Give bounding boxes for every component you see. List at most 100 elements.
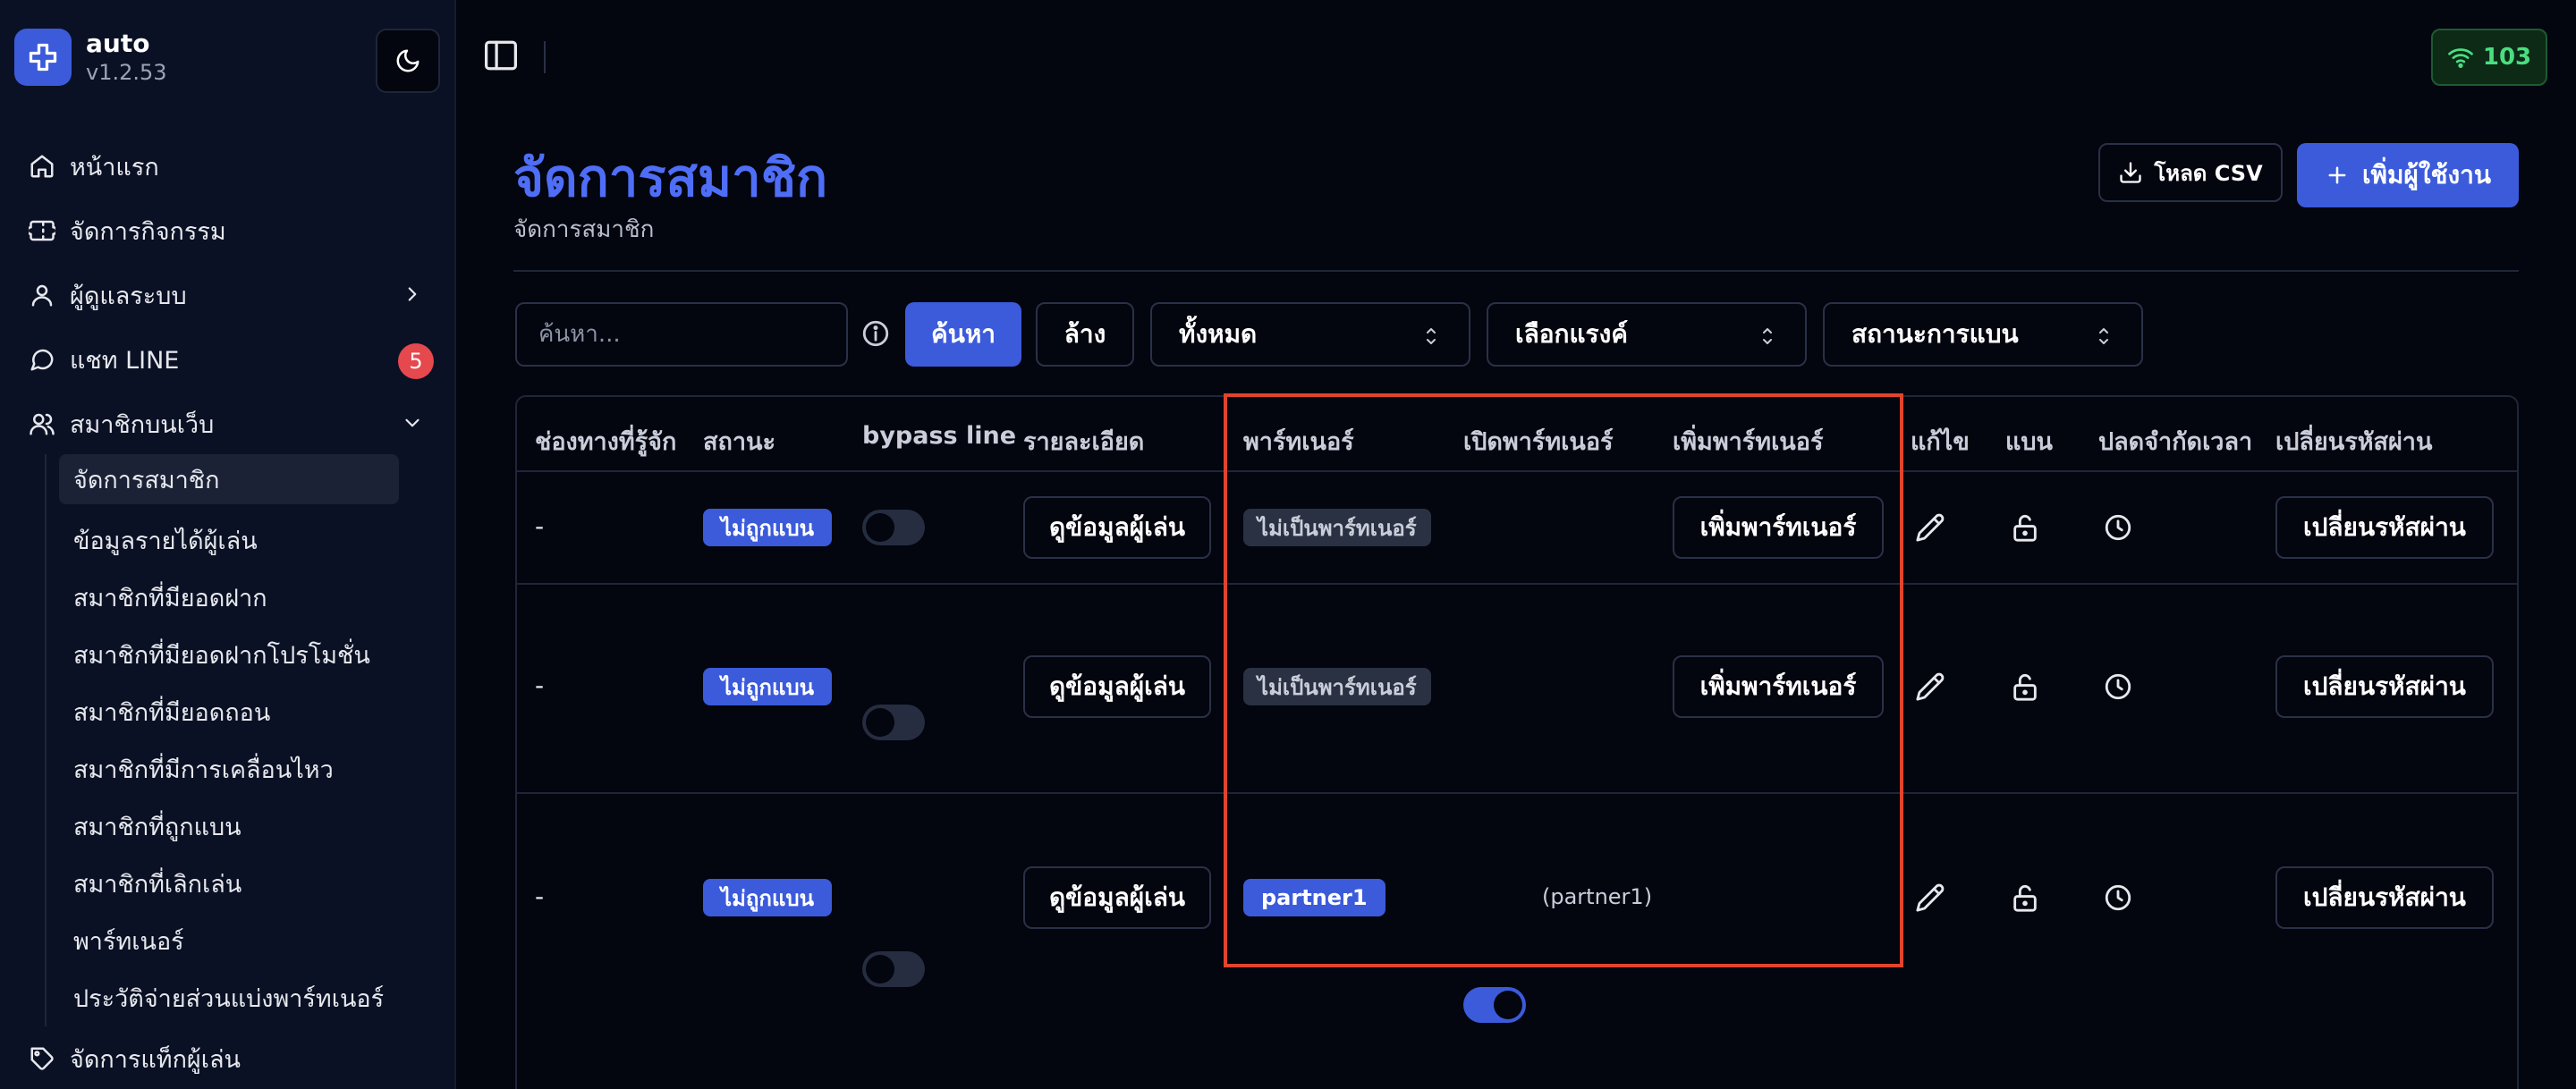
bypass-line-toggle[interactable] [862,951,925,987]
column-header: รายละเอียด [1023,428,1145,456]
clock-icon[interactable] [2098,508,2138,547]
change-password-button[interactable]: เปลี่ยนรหัสผ่าน [2275,866,2494,929]
sidebar-item-player-tags[interactable]: จัดการแท็กผู้เล่น [0,1026,456,1089]
sidebar-item-events[interactable]: จัดการกิจกรรม [0,198,456,263]
theme-toggle-button[interactable] [376,29,440,93]
sidebar-subitem-churned-members[interactable]: สมาชิกที่เลิกเล่น [0,855,456,912]
row-divider [517,470,2517,472]
add-user-button[interactable]: เพิ่มผู้ใช้งาน [2297,143,2519,207]
sidebar-item-web-members[interactable]: สมาชิกบนเว็บ [0,392,456,456]
sidebar-toggle-button[interactable] [483,39,526,75]
clock-icon[interactable] [2098,667,2138,706]
clock-icon[interactable] [2098,878,2138,917]
sidebar-item-label: แชท LINE [70,346,180,375]
sidebar-subitem-player-income[interactable]: ข้อมูลรายได้ผู้เล่น [0,511,456,569]
topbar-divider [544,41,546,73]
toggle-knob [866,708,894,737]
sidebar-subitem-withdraw-members[interactable]: สมาชิกที่มียอดถอน [0,683,456,740]
download-csv-button[interactable]: โหลด CSV [2098,143,2283,202]
panel-left-icon [485,40,517,71]
view-player-button[interactable]: ดูข้อมูลผู้เล่น [1023,655,1211,718]
search-button[interactable]: ค้นหา [905,302,1021,367]
partner-badge: partner1 [1243,879,1385,916]
members-table: ช่องทางที่รู้จัก สถานะ bypass line รายละ… [515,395,2519,1089]
ticket-icon [27,215,57,246]
column-header: แบน [2005,428,2053,456]
toggle-knob [866,513,894,542]
channel-cell: - [535,511,545,541]
sidebar-item-label: ผู้ดูแลระบบ [70,282,187,310]
sidebar-nav-bottom: จัดการแท็กผู้เล่น [0,1026,456,1089]
chevron-down-icon [401,411,424,438]
sidebar: auto v1.2.53 หน้าแรก จัดการกิจกรรม ผู้ดู… [0,0,456,1089]
users-icon [27,409,57,439]
unlock-ban-icon[interactable] [2005,667,2045,706]
column-header: พาร์ทเนอร์ [1243,428,1354,456]
page-subtitle: จัดการสมาชิก [513,216,655,243]
plus-icon [2328,166,2346,184]
status-badge: ไม่ถูกแบน [703,668,833,705]
sidebar-item-label: จัดการกิจกรรม [70,217,226,246]
column-header: เพิ่มพาร์ทเนอร์ [1673,428,1824,456]
bypass-line-toggle[interactable] [862,705,925,740]
change-password-button[interactable]: เปลี่ยนรหัสผ่าน [2275,496,2494,559]
add-partner-button[interactable]: เพิ่มพาร์ทเนอร์ [1673,655,1884,718]
column-header: สถานะ [703,428,775,456]
sidebar-item-label: สมาชิกบนเว็บ [70,410,215,439]
chevron-right-icon [401,283,424,309]
sidebar-subitem-partners[interactable]: พาร์ทเนอร์ [0,912,456,969]
channel-cell: - [535,671,545,700]
status-badge: ไม่ถูกแบน [703,879,833,916]
bypass-line-toggle[interactable] [862,510,925,545]
sidebar-subitem-partner-payout-history[interactable]: ประวัติจ่ายส่วนแบ่งพาร์ทเนอร์ [0,969,456,1026]
sidebar-subitem-active-members[interactable]: สมาชิกที่มีการเคลื่อนไหว [0,740,456,798]
edit-pencil-icon[interactable] [1911,667,1950,706]
unlock-ban-icon[interactable] [2005,508,2045,547]
status-badge: ไม่ถูกแบน [703,509,833,546]
sidebar-item-home[interactable]: หน้าแรก [0,134,456,198]
brand[interactable]: auto v1.2.53 [14,29,167,86]
clear-button[interactable]: ล้าง [1036,302,1134,367]
sidebar-subitem-manage-members[interactable]: จัดการสมาชิก [59,454,399,504]
header-divider [513,270,2519,272]
edit-pencil-icon[interactable] [1911,878,1950,917]
table-body: - ไม่ถูกแบน ดูข้อมูลผู้เล่น ไม่เป็นพาร์ทเนอ… [517,397,2517,1023]
column-header: เปลี่ยนรหัสผ่าน [2275,428,2433,456]
info-icon[interactable] [860,318,891,352]
row-divider [517,792,2517,794]
open-partner-toggle[interactable] [1463,987,1526,1023]
edit-pencil-icon[interactable] [1911,508,1950,547]
add-partner-button[interactable]: เพิ่มพาร์ทเนอร์ [1673,496,1884,559]
user-icon [27,280,57,310]
wifi-icon [2447,48,2473,68]
unlock-ban-icon[interactable] [2005,878,2045,917]
download-icon [2120,162,2142,183]
chevron-up-down-icon [1420,324,1442,355]
connection-status-badge[interactable]: 103 [2431,29,2547,86]
open-partner-label: (partner1) [1542,884,1653,909]
chevron-up-down-icon [2093,324,2114,355]
toggle-knob [866,955,894,983]
row-divider [517,583,2517,585]
status-select[interactable]: ทั้งหมด [1150,302,1470,367]
view-player-button[interactable]: ดูข้อมูลผู้เล่น [1023,496,1211,559]
sidebar-subitem-promo-deposit-members[interactable]: สมาชิกที่มียอดฝากโปรโมชั่น [0,626,456,683]
chevron-up-down-icon [1757,324,1778,355]
unread-count-badge: 5 [398,343,434,379]
column-header: ปลดจำกัดเวลา [2098,428,2253,456]
sidebar-subitem-banned-members[interactable]: สมาชิกที่ถูกแบน [0,798,456,855]
sidebar-subitem-deposit-members[interactable]: สมาชิกที่มียอดฝาก [0,569,456,626]
sidebar-item-admin[interactable]: ผู้ดูแลระบบ [0,263,456,327]
channel-cell: - [535,882,545,911]
search-input[interactable] [515,302,848,367]
connection-count: 103 [2482,44,2532,71]
view-player-button[interactable]: ดูข้อมูลผู้เล่น [1023,866,1211,929]
ban-status-select[interactable]: สถานะการแบน [1823,302,2143,367]
rank-select[interactable]: เลือกแรงค์ [1487,302,1807,367]
sidebar-item-label: จัดการแท็กผู้เล่น [70,1045,241,1074]
toggle-knob [1494,991,1522,1019]
sidebar-item-line-chat[interactable]: แชท LINE 5 [0,327,456,392]
change-password-button[interactable]: เปลี่ยนรหัสผ่าน [2275,655,2494,718]
sidebar-item-label: หน้าแรก [70,153,159,182]
moon-icon [396,49,419,72]
